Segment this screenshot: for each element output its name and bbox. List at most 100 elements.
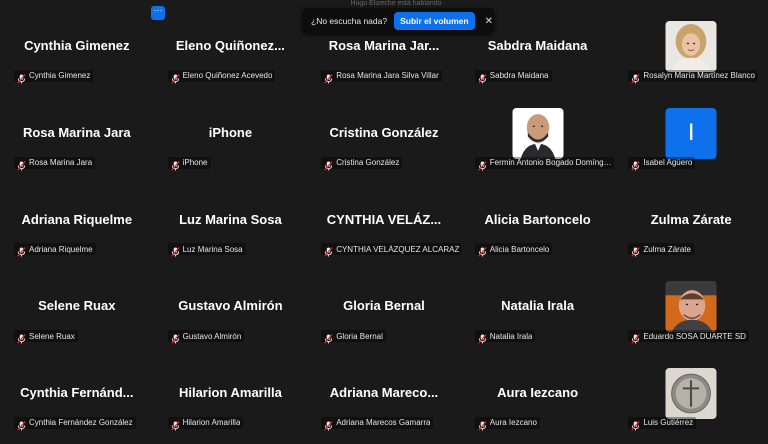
participant-nameplate: Cristina González — [321, 156, 403, 171]
participant-name-label: Adriana Riquelme — [29, 244, 93, 254]
participant-nameplate: Selene Ruax — [14, 330, 78, 344]
muted-mic-icon — [631, 158, 640, 171]
participant-tile[interactable]: Luz Marina Sosa Luz Marina Sosa — [154, 174, 308, 261]
participant-display-name: Natalia Irala — [501, 298, 575, 314]
muted-mic-icon — [631, 71, 640, 84]
muted-mic-icon — [478, 158, 487, 171]
participant-tile[interactable]: Cristina González Cristina González — [307, 87, 461, 174]
participant-tile[interactable]: Alicia Bartoncelo Alicia Bartoncelo — [461, 174, 615, 261]
participant-nameplate: Zulma Zárate — [628, 243, 694, 257]
participant-display-name: Selene Ruax — [38, 298, 116, 314]
participant-display-name: Gloria Bernal — [343, 298, 425, 314]
avatar-initial: I — [665, 107, 717, 159]
muted-mic-icon — [17, 71, 26, 84]
participant-tile[interactable]: Gloria Bernal Gloria Bernal — [307, 260, 461, 347]
participant-tile[interactable]: Aura Iezcano Aura Iezcano — [461, 347, 615, 434]
participant-name-label: Alicia Bartoncelo — [489, 244, 550, 254]
participant-name-label: Cynthia Gimenez — [29, 71, 91, 81]
muted-mic-icon — [324, 158, 333, 171]
participant-display-name: Eleno Quiñonez... — [175, 38, 285, 53]
participant-tile[interactable]: Hilarion Amarilla Hilarion Amarilla — [154, 347, 308, 434]
muted-mic-icon — [171, 244, 180, 257]
participant-name-label: iPhone — [182, 158, 208, 168]
muted-mic-icon — [478, 244, 487, 257]
participant-nameplate: Cynthia Fernández González — [14, 416, 136, 431]
participant-display-name: Rosa Marina Jara — [22, 124, 131, 140]
participant-nameplate: Eduardo SOSA DUARTE SD — [628, 330, 749, 344]
participant-tile[interactable]: Eleno Quiñonez... Eleno Quiñonez Acevedo — [154, 0, 308, 87]
participant-display-name: Cristina González — [329, 124, 439, 140]
participant-nameplate: Rosalyn María Martínez Blanco — [628, 69, 758, 84]
participant-tile[interactable]: Selene Ruax Selene Ruax — [0, 260, 154, 347]
participant-tile[interactable]: CYNTHIA VELÁZ... CYNTHIA VELÁZQUEZ ALCARA… — [307, 174, 461, 261]
participant-nameplate: Gloria Bernal — [321, 330, 386, 344]
participant-display-name: Aura Iezcano — [497, 385, 579, 401]
raise-volume-button[interactable]: Subir el volumen — [394, 12, 475, 30]
participant-nameplate: Adriana Marecos Gamarra — [321, 416, 434, 431]
participant-name-label: Sabdra Maidana — [489, 71, 549, 81]
participant-name-label: Cynthia Fernández González — [29, 418, 133, 428]
participant-display-name: Hilarion Amarilla — [178, 385, 282, 401]
participant-tile[interactable]: Rosalyn María Martínez Blanco — [614, 0, 768, 87]
participant-tile[interactable]: Cynthia Fernánd... Cynthia Fernández Gonz… — [0, 347, 154, 434]
muted-mic-icon — [171, 331, 180, 344]
participant-nameplate: Hilarion Amarilla — [167, 416, 244, 431]
notification-message: ¿No escucha nada? — [311, 16, 388, 26]
participant-display-name: Gustavo Almirón — [178, 298, 283, 314]
participant-tile[interactable]: Luis Gutiérrez — [614, 347, 768, 434]
avatar-photo — [665, 21, 717, 72]
participant-display-name: Adriana Mareco... — [329, 385, 439, 401]
muted-mic-icon — [324, 244, 333, 257]
participant-tile[interactable]: Fermin Antonio Bogado Domínguez — [461, 87, 615, 174]
participant-display-name: Sabdra Maidana — [487, 38, 588, 53]
participant-name-label: Hilarion Amarilla — [182, 418, 241, 428]
close-icon[interactable]: ✕ — [485, 16, 493, 27]
participant-nameplate: iPhone — [167, 156, 211, 171]
participant-name-label: Natalia Irala — [489, 331, 533, 341]
participant-tile[interactable]: Rosa Marina Jara Rosa Marina Jara — [0, 87, 154, 174]
participant-name-label: Gloria Bernal — [336, 331, 383, 341]
participant-tile[interactable]: Eduardo SOSA DUARTE SD — [614, 260, 768, 347]
participant-name-label: CYNTHIA VELÁZQUEZ ALCARAZ — [336, 244, 460, 254]
participant-name-label: Cristina González — [336, 158, 400, 168]
participant-display-name: Rosa Marina Jar... — [328, 38, 440, 53]
participant-nameplate: Aura Iezcano — [474, 416, 540, 431]
participant-nameplate: Luz Marina Sosa — [167, 243, 246, 257]
participant-nameplate: Natalia Irala — [474, 330, 536, 344]
participant-name-label: Aura Iezcano — [489, 418, 537, 428]
avatar-photo — [512, 107, 564, 159]
participant-name-label: Isabel Agüero — [643, 158, 693, 168]
participant-display-name: iPhone — [208, 124, 253, 140]
participant-tile[interactable]: I Isabel Agüero — [614, 87, 768, 174]
participant-display-name: Alicia Bartoncelo — [484, 211, 591, 227]
participant-name-label: Rosa Marina Jara — [29, 158, 93, 168]
participant-name-label: Gustavo Almirón — [182, 331, 242, 341]
participant-tile[interactable]: Adriana Mareco... Adriana Marecos Gamarra — [307, 347, 461, 434]
more-options-button[interactable]: ⋯ — [151, 6, 165, 20]
participant-tile[interactable]: Natalia Irala Natalia Irala — [461, 260, 615, 347]
participant-display-name: CYNTHIA VELÁZ... — [326, 211, 442, 227]
muted-mic-icon — [171, 71, 180, 84]
muted-mic-icon — [631, 244, 640, 257]
participant-name-label: Fermin Antonio Bogado Domínguez — [489, 158, 614, 168]
participant-tile[interactable]: Gustavo Almirón Gustavo Almirón — [154, 260, 308, 347]
participant-tile[interactable]: Zulma Zárate Zulma Zárate — [614, 174, 768, 261]
avatar-photo — [665, 281, 717, 333]
participant-display-name: Adriana Riquelme — [21, 211, 133, 227]
participant-name-label: Luis Gutiérrez — [643, 418, 694, 428]
participant-nameplate: Isabel Agüero — [628, 156, 696, 171]
participant-tile[interactable]: Adriana Riquelme Adriana Riquelme — [0, 174, 154, 261]
participant-name-label: Selene Ruax — [29, 331, 75, 341]
participant-nameplate: Cynthia Gimenez — [14, 69, 94, 84]
participant-name-label: Eleno Quiñonez Acevedo — [182, 71, 273, 81]
muted-mic-icon — [17, 418, 26, 431]
participant-nameplate: Adriana Riquelme — [14, 243, 96, 257]
muted-mic-icon — [631, 331, 640, 344]
participant-tile[interactable]: iPhone iPhone — [154, 87, 308, 174]
volume-notification: ¿No escucha nada? Subir el volumen ✕ — [302, 8, 494, 34]
participant-tile[interactable]: Cynthia Gimenez Cynthia Gimenez — [0, 0, 154, 87]
participant-grid: Cynthia Gimenez Cynthia Gimenez Eleno Quiñ… — [0, 0, 768, 444]
speaker-peek: Hugo Elizeche está hablando — [350, 0, 442, 7]
muted-mic-icon — [17, 331, 26, 344]
participant-name-label: Rosalyn María Martínez Blanco — [643, 71, 755, 81]
